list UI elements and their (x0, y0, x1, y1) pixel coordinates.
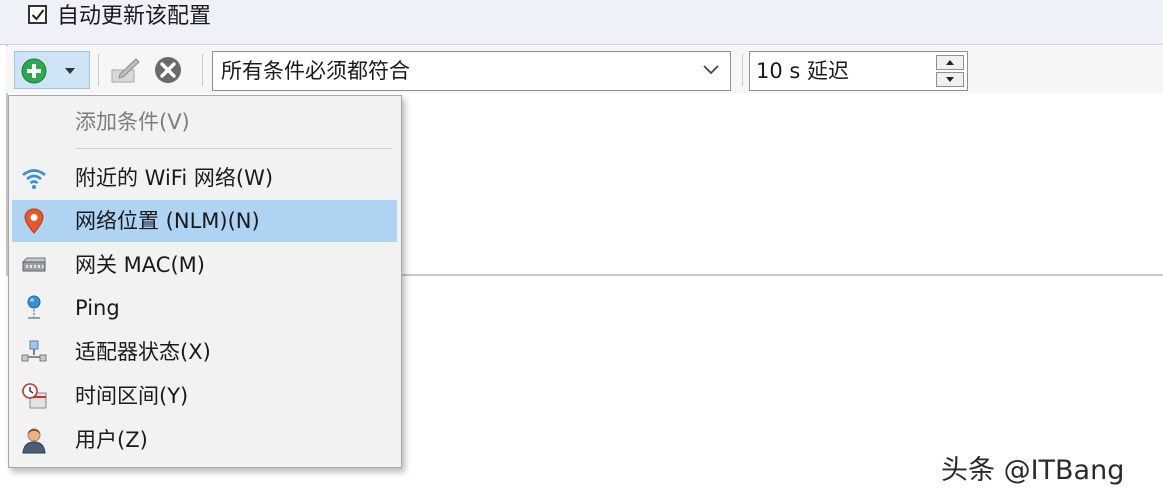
edit-icon[interactable] (110, 56, 142, 84)
gateway-icon (21, 257, 46, 272)
delay-value: 10 s 延迟 (756, 59, 850, 83)
arrow-up-icon (946, 60, 954, 65)
delay-decrement-button[interactable] (936, 72, 964, 87)
checkmark-icon (31, 8, 45, 21)
match-mode-value: 所有条件必须都符合 (221, 59, 410, 83)
menu-item-label: 适配器状态(X) (75, 340, 211, 364)
menu-header: 添加条件(V) (75, 110, 190, 134)
user-icon (22, 428, 46, 454)
arrow-down-icon (946, 77, 954, 82)
adapter-icon (21, 340, 47, 362)
watermark: 头条 @ITBang (941, 455, 1125, 486)
toolbar-separator (98, 54, 99, 86)
chevron-down-icon[interactable] (63, 66, 77, 76)
menu-item-label: 网络位置 (NLM)(N) (75, 209, 260, 233)
auto-update-checkbox[interactable] (28, 4, 47, 24)
delete-icon[interactable] (154, 56, 182, 84)
match-mode-select[interactable]: 所有条件必须都符合 (212, 51, 731, 91)
menu-divider (75, 148, 393, 149)
auto-update-row[interactable]: 自动更新该配置 (28, 0, 212, 29)
menu-item-gateway-mac[interactable]: 网关 MAC(M) (12, 244, 397, 286)
chevron-down-icon[interactable] (702, 64, 720, 76)
menu-item-label: 附近的 WiFi 网络(W) (75, 166, 274, 190)
menu-item-time-range[interactable]: 时间区间(Y) (12, 375, 397, 417)
add-condition-menu: 添加条件(V) 附近的 WiFi 网络(W) 网络位置 (NLM)(N) 网关 … (8, 95, 402, 468)
location-pin-icon (24, 208, 44, 234)
auto-update-label: 自动更新该配置 (57, 4, 212, 29)
delay-spinner (936, 55, 964, 87)
menu-item-network-location[interactable]: 网络位置 (NLM)(N) (12, 200, 397, 242)
menu-item-label: 用户(Z) (75, 428, 148, 452)
wifi-icon (22, 169, 46, 189)
menu-item-ping[interactable]: Ping (12, 287, 397, 329)
menu-item-label: 网关 MAC(M) (75, 253, 205, 277)
ping-icon (27, 295, 41, 319)
toolbar-separator (202, 54, 203, 86)
toolbar-separator (742, 54, 743, 86)
clock-calendar-icon (22, 383, 47, 409)
menu-item-label: Ping (75, 296, 120, 320)
delay-increment-button[interactable] (936, 55, 964, 70)
menu-item-wifi[interactable]: 附近的 WiFi 网络(W) (12, 157, 397, 199)
add-icon[interactable] (21, 58, 47, 84)
menu-item-user[interactable]: 用户(Z) (12, 419, 397, 461)
auto-update-bar: 自动更新该配置 (0, 0, 1163, 45)
menu-item-label: 时间区间(Y) (75, 384, 189, 408)
delay-spinbox[interactable]: 10 s 延迟 (749, 51, 968, 91)
menu-item-adapter-state[interactable]: 适配器状态(X) (12, 331, 397, 373)
add-condition-button[interactable] (14, 51, 90, 89)
